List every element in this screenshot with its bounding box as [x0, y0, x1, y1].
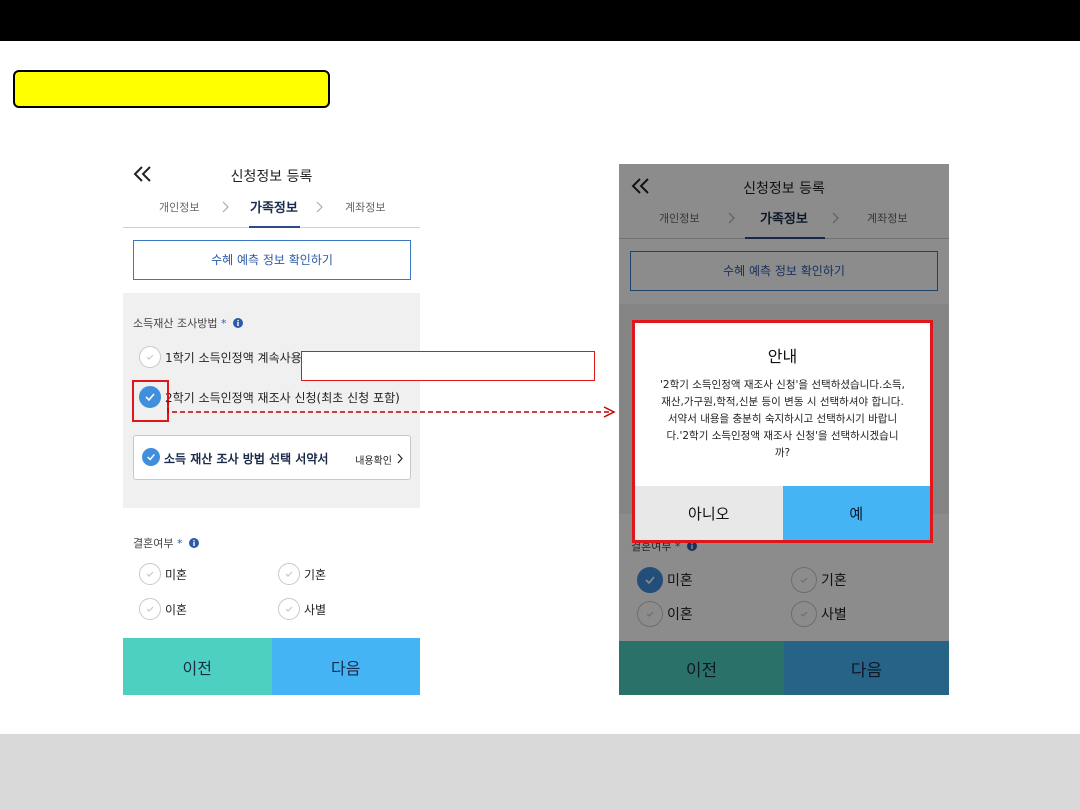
yes-button[interactable]: 예	[782, 486, 930, 540]
step-tabs: 개인정보 가족정보 계좌정보	[123, 192, 420, 228]
dialog-body-line: 재산,가구원,학적,신분 등이 변동 시 선택하셔야 합니다.	[661, 396, 904, 408]
slide: 신청정보 등록 개인정보 가족정보 계좌정보 수혜 예측 정보 확인하기 소득재…	[0, 0, 1080, 810]
radio-unchecked[interactable]	[278, 563, 300, 585]
marriage-widowed[interactable]: 사별	[278, 598, 326, 620]
dialog-title: 안내	[767, 347, 798, 366]
annotation-cover-box	[301, 351, 595, 381]
marriage-label-text: 결혼여부	[133, 537, 174, 550]
required-mark: *	[220, 317, 227, 330]
prev-button[interactable]: 이전	[123, 638, 272, 695]
annotation-arrow	[167, 400, 616, 418]
option-keep-income-label: 1학기 소득인정액 계속사용(	[165, 350, 307, 365]
marriage-divorced[interactable]: 이혼	[139, 598, 187, 620]
dialog-body-line: 까?	[774, 447, 791, 459]
highlight-label-box	[13, 70, 330, 108]
page-title: 신청정보 등록	[230, 169, 313, 185]
dialog-body-line: '2학기 소득인정액 재조사 신청'을 선택하셨습니다.소득,	[660, 379, 905, 391]
agreement-box[interactable]: 소득 재산 조사 방법 선택 서약서 내용확인	[133, 435, 411, 480]
radio-unchecked[interactable]	[139, 563, 161, 585]
marriage-label: 결혼여부 *	[133, 535, 199, 551]
checkmark-icon	[147, 454, 155, 461]
agreement-view-link[interactable]: 내용확인	[355, 452, 392, 467]
info-icon[interactable]	[188, 538, 199, 548]
checkmark-icon	[146, 571, 154, 577]
next-button[interactable]: 다음	[271, 638, 420, 695]
screen-header: 신청정보 등록	[123, 158, 420, 192]
radio-unchecked[interactable]	[278, 598, 300, 620]
agreement-label: 소득 재산 조사 방법 선택 서약서	[164, 452, 329, 466]
marriage-widowed-label: 사별	[304, 602, 327, 617]
dialog-body-line: 다.'2학기 소득인정액 재조사 신청'을 선택하시겠습니	[666, 430, 899, 442]
chevron-right-icon	[397, 453, 403, 464]
option-keep-income[interactable]: 1학기 소득인정액 계속사용(	[139, 346, 306, 368]
radio-unchecked[interactable]	[139, 598, 161, 620]
income-method-label: 소득재산 조사방법 *	[133, 315, 243, 331]
left-phone-screen: 신청정보 등록 개인정보 가족정보 계좌정보 수혜 예측 정보 확인하기 소득재…	[123, 158, 420, 695]
bottom-nav: 이전 다음	[123, 638, 420, 695]
active-tab-indicator	[249, 226, 300, 228]
dialog-body: '2학기 소득인정액 재조사 신청'을 선택하셨습니다.소득, 재산,가구원,학…	[649, 377, 916, 462]
marriage-married[interactable]: 기혼	[278, 563, 326, 585]
tab-personal-info[interactable]: 개인정보	[159, 199, 199, 215]
checkmark-icon	[146, 606, 154, 612]
chevron-right-icon	[222, 201, 229, 213]
info-icon[interactable]	[232, 318, 243, 328]
confirm-dialog: 안내 '2학기 소득인정액 재조사 신청'을 선택하셨습니다.소득, 재산,가구…	[632, 320, 933, 543]
checkmark-icon	[285, 571, 293, 577]
marriage-divorced-label: 이혼	[165, 602, 188, 617]
top-title-bar	[0, 0, 1080, 41]
footer-bar	[0, 734, 1080, 810]
checkmark-icon	[146, 354, 154, 360]
tab-account-info[interactable]: 계좌정보	[345, 199, 385, 215]
agreement-check[interactable]	[142, 448, 160, 466]
tab-family-info[interactable]: 가족정보	[250, 197, 298, 216]
income-method-label-text: 소득재산 조사방법	[133, 317, 218, 330]
marriage-single-label: 미혼	[165, 567, 188, 582]
checkmark-icon	[285, 606, 293, 612]
marriage-married-label: 기혼	[304, 567, 327, 582]
radio-unchecked[interactable]	[139, 346, 161, 368]
benefit-check-button[interactable]: 수혜 예측 정보 확인하기	[133, 240, 411, 280]
chevron-right-icon	[316, 201, 323, 213]
required-mark: *	[176, 537, 183, 550]
marriage-single[interactable]: 미혼	[139, 563, 187, 585]
dialog-body-line: 서약서 내용을 충분히 숙지하시고 선택하시기 바랍니	[667, 413, 898, 425]
dialog-buttons: 아니오 예	[635, 486, 930, 540]
no-button[interactable]: 아니오	[635, 486, 783, 540]
